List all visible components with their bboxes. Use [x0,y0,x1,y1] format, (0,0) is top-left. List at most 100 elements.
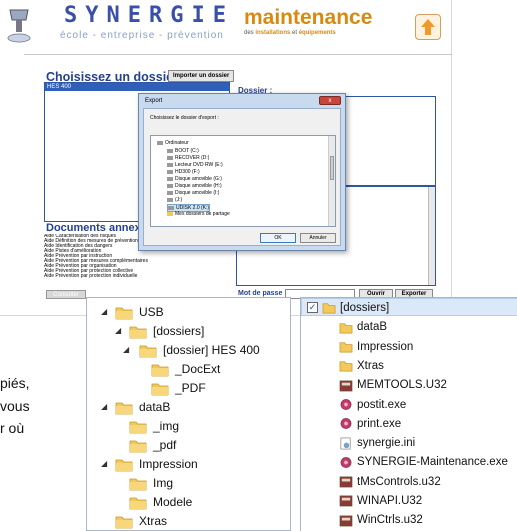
drive-icon [167,162,173,167]
synergie-app-window: SYNERGIE école - entreprise - prévention… [0,0,452,316]
folder-icon [339,361,353,372]
expand-toggle-icon[interactable]: ◢ [101,454,107,474]
file-list-item[interactable]: synergie.ini [339,434,415,452]
folder-list-item-selected[interactable]: HES 400 [45,83,229,91]
explorer-file-list: ✓ [dossiers] dataB Impression Xtras MEMTOOLS.… [300,297,517,531]
tree-folder-label: Impression [139,457,198,471]
folder-icon [115,459,133,472]
app-header: SYNERGIE école - entreprise - prévention… [0,0,452,52]
tree-folder-img[interactable]: Img [129,473,173,493]
tree-folder-img[interactable]: _img [129,416,179,436]
header-divider [24,54,452,55]
dialog-tree-item[interactable]: Mes dossiers de partage [167,211,230,217]
maintenance-title: maintenance [244,6,373,29]
file-list-label: dataB [357,321,388,334]
file-list-label: print.exe [357,417,402,430]
tree-folder-usb[interactable]: ◢ USB [101,302,164,322]
dialog-tree-item[interactable]: BOOT (C:) [167,148,199,154]
tree-folder-xtras[interactable]: Xtras [115,511,167,530]
dialog-tree-item[interactable]: Ordinateur [157,140,189,146]
library-file-icon [339,476,353,488]
tree-folder-label: [dossiers] [153,324,205,338]
file-list-item[interactable]: tMsControls.u32 [339,473,441,491]
dialog-tree-item[interactable]: Disque amovible (I:) [167,190,219,196]
tree-folder-pdf[interactable]: _pdf [129,435,176,455]
consult-button[interactable]: Consulter [46,290,86,299]
file-list-item[interactable]: print.exe [339,415,401,433]
import-folder-button[interactable]: Importer un dossier [168,70,235,82]
expand-toggle-icon[interactable]: ◢ [123,340,129,360]
dialog-tree-item[interactable]: (J:) [167,197,182,203]
tree-folder-impression[interactable]: ◢ Impression [101,454,198,474]
executable-icon [340,418,352,430]
expand-toggle-icon[interactable]: ◢ [115,321,121,341]
drive-icon [167,169,173,174]
drive-icon [167,155,173,160]
dialog-tree-item[interactable]: HD300 (F:) [167,169,200,175]
file-list-item[interactable]: postit.exe [339,396,406,414]
tree-folder-pdf[interactable]: _PDF [151,378,206,398]
expand-toggle-icon[interactable]: ◢ [101,397,107,417]
tree-folder-label: Modele [153,495,193,509]
file-list-item[interactable]: MEMTOOLS.U32 [339,376,447,394]
folder-icon [339,323,353,334]
dialog-cancel-button[interactable]: Annuler [300,233,336,243]
dialog-tree-label: HD300 (F:) [175,169,200,175]
file-list-label: tMsControls.u32 [357,475,441,488]
dialog-tree-label: (J:) [175,197,183,203]
file-list-item[interactable]: SYNERGIE-Maintenance.exe [339,453,508,471]
folder-icon [115,307,133,320]
checkbox-checked-icon[interactable]: ✓ [307,302,318,314]
file-list-item[interactable]: Xtras [339,357,384,375]
dialog-tree-item[interactable]: Disque amovible (G:) [167,176,222,182]
file-list-label: WINAPI.U32 [357,495,423,507]
expand-toggle-icon[interactable]: ◢ [101,302,107,322]
drive-icon [167,183,173,188]
file-list-item[interactable]: WINAPI.U32 [339,492,422,510]
folder-icon [115,402,133,415]
dialog-ok-button[interactable]: OK [260,233,296,243]
folder-icon [115,516,133,529]
tree-folder-label: [dossier] HES 400 [163,343,260,357]
dialog-tree-item[interactable]: Disque amovible (H:) [167,183,222,189]
dialog-scrollbar[interactable] [328,136,335,226]
tree-folder-docext[interactable]: _DocExt [151,359,220,379]
tree-folder-label: _img [153,419,180,433]
folder-icon [139,345,157,358]
file-list-label: [dossiers] [340,302,390,314]
drive-icon [167,148,173,153]
dialog-folder-tree[interactable]: Ordinateur BOOT (C:) RECOVER (D:) Lecteur D… [150,135,336,227]
file-list-item[interactable]: ✓ [dossiers] [307,299,389,317]
library-file-icon [339,380,353,392]
file-list-label: synergie.ini [357,437,416,450]
dialog-tree-item[interactable]: Lecteur DVD RW (E:) [167,162,223,168]
folder-icon [129,478,147,491]
executable-icon [340,456,352,468]
file-list-item[interactable]: dataB [339,318,387,336]
tree-folder-label: Img [153,476,174,490]
tree-folder-label: USB [139,305,164,319]
file-list-item[interactable]: WinCtrls.u32 [339,511,423,529]
dialog-scroll-thumb[interactable] [330,156,334,180]
brand-tagline: école - entreprise - prévention [60,30,224,41]
annex-document-item[interactable]: Aide Prévention par protection individue… [44,274,230,279]
file-list-item[interactable]: Impression [339,338,413,356]
dialog-tree-label: Disque amovible (H:) [175,183,222,189]
explorer-folder-tree: ◢ USB ◢ [dossiers] ◢ [dossier] HES 400 _DocExt… [86,297,291,531]
dialog-tree-item[interactable]: RECOVER (D:) [167,155,209,161]
dialog-close-button[interactable]: x [319,96,341,105]
scrollbar[interactable] [428,187,435,285]
export-arrow-button[interactable] [415,14,441,40]
text-fragment: piés, [0,375,30,391]
brand-name: SYNERGIE [64,3,234,28]
file-list-label: Impression [357,340,414,353]
tree-folder-dossiers[interactable]: ◢ [dossiers] [115,321,205,341]
file-list-label: SYNERGIE-Maintenance.exe [357,456,508,469]
tree-folder-dossier-hes-400[interactable]: ◢ [dossier] HES 400 [123,340,260,360]
password-label: Mot de passe : [238,290,287,297]
library-file-icon [339,496,353,507]
tree-folder-label: dataB [139,400,171,414]
tree-folder-modele[interactable]: Modele [129,492,192,512]
tree-folder-datab[interactable]: ◢ dataB [101,397,171,417]
upload-arrow-icon [421,19,435,35]
